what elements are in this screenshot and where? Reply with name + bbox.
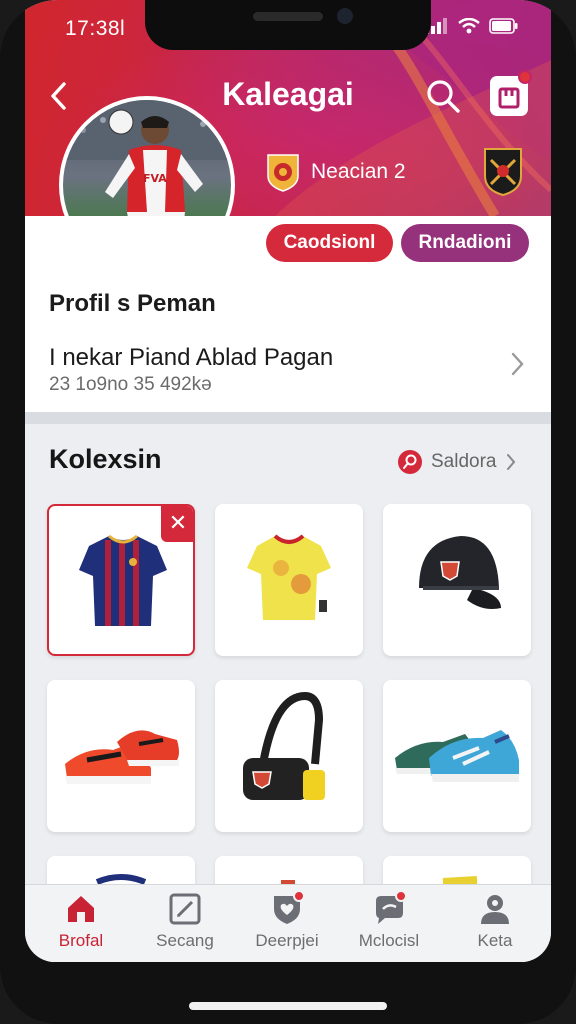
collection-item-black-shoulder-bag[interactable] xyxy=(215,680,363,832)
tab-label: Mclocisl xyxy=(358,931,420,950)
shopping-bag-button[interactable] xyxy=(490,70,532,116)
search-icon xyxy=(427,80,460,113)
tab-shield[interactable]: Deerpjei xyxy=(237,890,337,957)
chip-secondary[interactable]: Rndadioni xyxy=(401,224,529,262)
wifi-icon xyxy=(458,18,480,34)
pin-icon xyxy=(398,450,422,474)
collection-section: Kolexsin Saldora ✕ xyxy=(25,424,551,962)
app-screen: 17:38l Kaleagai FVA Neacian 2 Profil s P… xyxy=(25,0,551,962)
person-icon xyxy=(481,895,509,924)
tab-label: Brofal xyxy=(58,931,104,950)
camera-notch xyxy=(145,0,431,50)
notification-badge xyxy=(293,890,305,902)
notification-badge xyxy=(518,70,532,84)
search-button[interactable] xyxy=(425,78,461,114)
teal-sneakers-image xyxy=(395,730,519,782)
profile-heading: Profil s Peman xyxy=(49,290,216,317)
phone-frame: 17:38l Kaleagai FVA Neacian 2 Profil s P… xyxy=(0,0,576,1024)
tab-home[interactable]: Brofal xyxy=(31,893,131,957)
bottom-tab-bar: Brofal Secang Deerpjei Mclocisl Keta xyxy=(25,884,551,962)
collection-title: Kolexsin xyxy=(49,444,162,474)
collection-see-all-link[interactable]: Saldora xyxy=(397,448,517,476)
club-badge-icon xyxy=(484,148,522,196)
team-info[interactable]: Neacian 2 xyxy=(265,150,406,194)
black-shoulder-bag-image xyxy=(243,691,325,800)
tab-label: Keta xyxy=(477,931,513,950)
chevron-right-icon[interactable] xyxy=(507,350,527,378)
edit-square-icon xyxy=(169,893,201,925)
collection-item-black-cap[interactable] xyxy=(383,504,531,656)
yellow-jersey-image xyxy=(247,534,331,620)
home-indicator[interactable] xyxy=(189,1002,387,1010)
tab-profile[interactable]: Keta xyxy=(445,893,545,957)
team-name: Neacian 2 xyxy=(311,160,406,183)
tab-label: Deerpjei xyxy=(255,931,319,950)
team-crest-icon xyxy=(267,154,299,192)
orange-sneakers-image xyxy=(65,730,179,784)
collection-item-striped-jersey[interactable]: ✕ xyxy=(47,504,195,656)
status-time: 17:38l xyxy=(65,17,126,40)
chip-primary[interactable]: Caodsionl xyxy=(266,224,393,262)
profile-detail-name[interactable]: I nekar Piand Ablad Pagan xyxy=(49,344,333,372)
collection-item-yellow-jersey[interactable] xyxy=(215,504,363,656)
svg-text:FVA: FVA xyxy=(143,172,167,185)
remove-item-button[interactable]: ✕ xyxy=(161,506,193,542)
collection-item-teal-sneakers[interactable] xyxy=(383,680,531,832)
collection-link-label: Saldora xyxy=(431,451,497,472)
tab-label: Secang xyxy=(156,931,214,950)
chevron-right-icon xyxy=(506,454,515,470)
tab-edit[interactable]: Secang xyxy=(135,893,235,957)
home-icon xyxy=(68,896,94,922)
tab-chat[interactable]: Mclocisl xyxy=(339,890,439,957)
notification-badge xyxy=(395,890,407,902)
battery-icon xyxy=(489,18,518,34)
section-divider xyxy=(25,412,551,424)
system-icons xyxy=(425,18,519,34)
shopping-bag-icon xyxy=(498,87,520,109)
collection-item-orange-sneakers[interactable] xyxy=(47,680,195,832)
black-cap-image xyxy=(419,536,501,609)
profile-detail-meta: 23 1o9no 35 492kə xyxy=(49,374,212,395)
